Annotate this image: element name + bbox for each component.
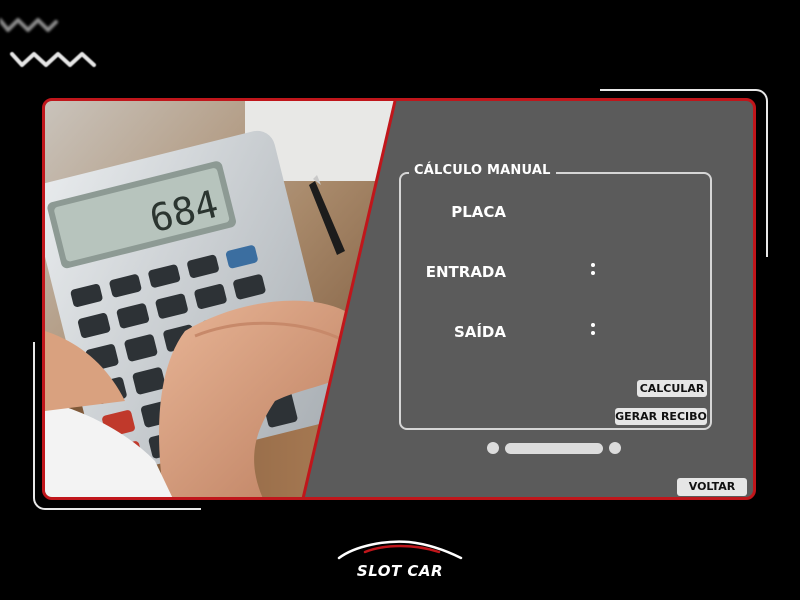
- entry-time-input[interactable]: [600, 261, 704, 283]
- calculate-button[interactable]: CALCULAR: [637, 380, 707, 397]
- pagination-active-bar: [505, 443, 603, 454]
- decorative-squiggle: [0, 18, 58, 32]
- entry-colon: [591, 263, 595, 275]
- car-silhouette-icon: [337, 540, 463, 560]
- brand-name: SLOT CAR: [356, 562, 444, 580]
- form-title: CÁLCULO MANUAL: [409, 163, 556, 178]
- entry-label: ENTRADA: [425, 263, 506, 281]
- manual-calculation-form: CÁLCULO MANUAL PLACA ENTRADA SAÍDA CALCU…: [399, 163, 712, 430]
- exit-label: SAÍDA: [453, 323, 506, 341]
- exit-colon: [591, 323, 595, 335]
- pagination-indicator: [487, 442, 627, 454]
- decorative-squiggle: [10, 52, 96, 67]
- plate-input[interactable]: [600, 201, 704, 223]
- brand-logo: SLOT CAR: [335, 538, 465, 584]
- pagination-dot[interactable]: [487, 442, 499, 454]
- pagination-dot[interactable]: [609, 442, 621, 454]
- back-button[interactable]: VOLTAR: [677, 478, 747, 496]
- calculator-photo: 684: [45, 101, 395, 497]
- generate-receipt-button[interactable]: GERAR RECIBO: [615, 408, 707, 425]
- main-card: 684 CÁLCULO MANUAL PLACA ENTRADA SAÍDA C…: [42, 98, 756, 500]
- plate-label: PLACA: [451, 203, 506, 221]
- exit-time-input[interactable]: [600, 321, 704, 343]
